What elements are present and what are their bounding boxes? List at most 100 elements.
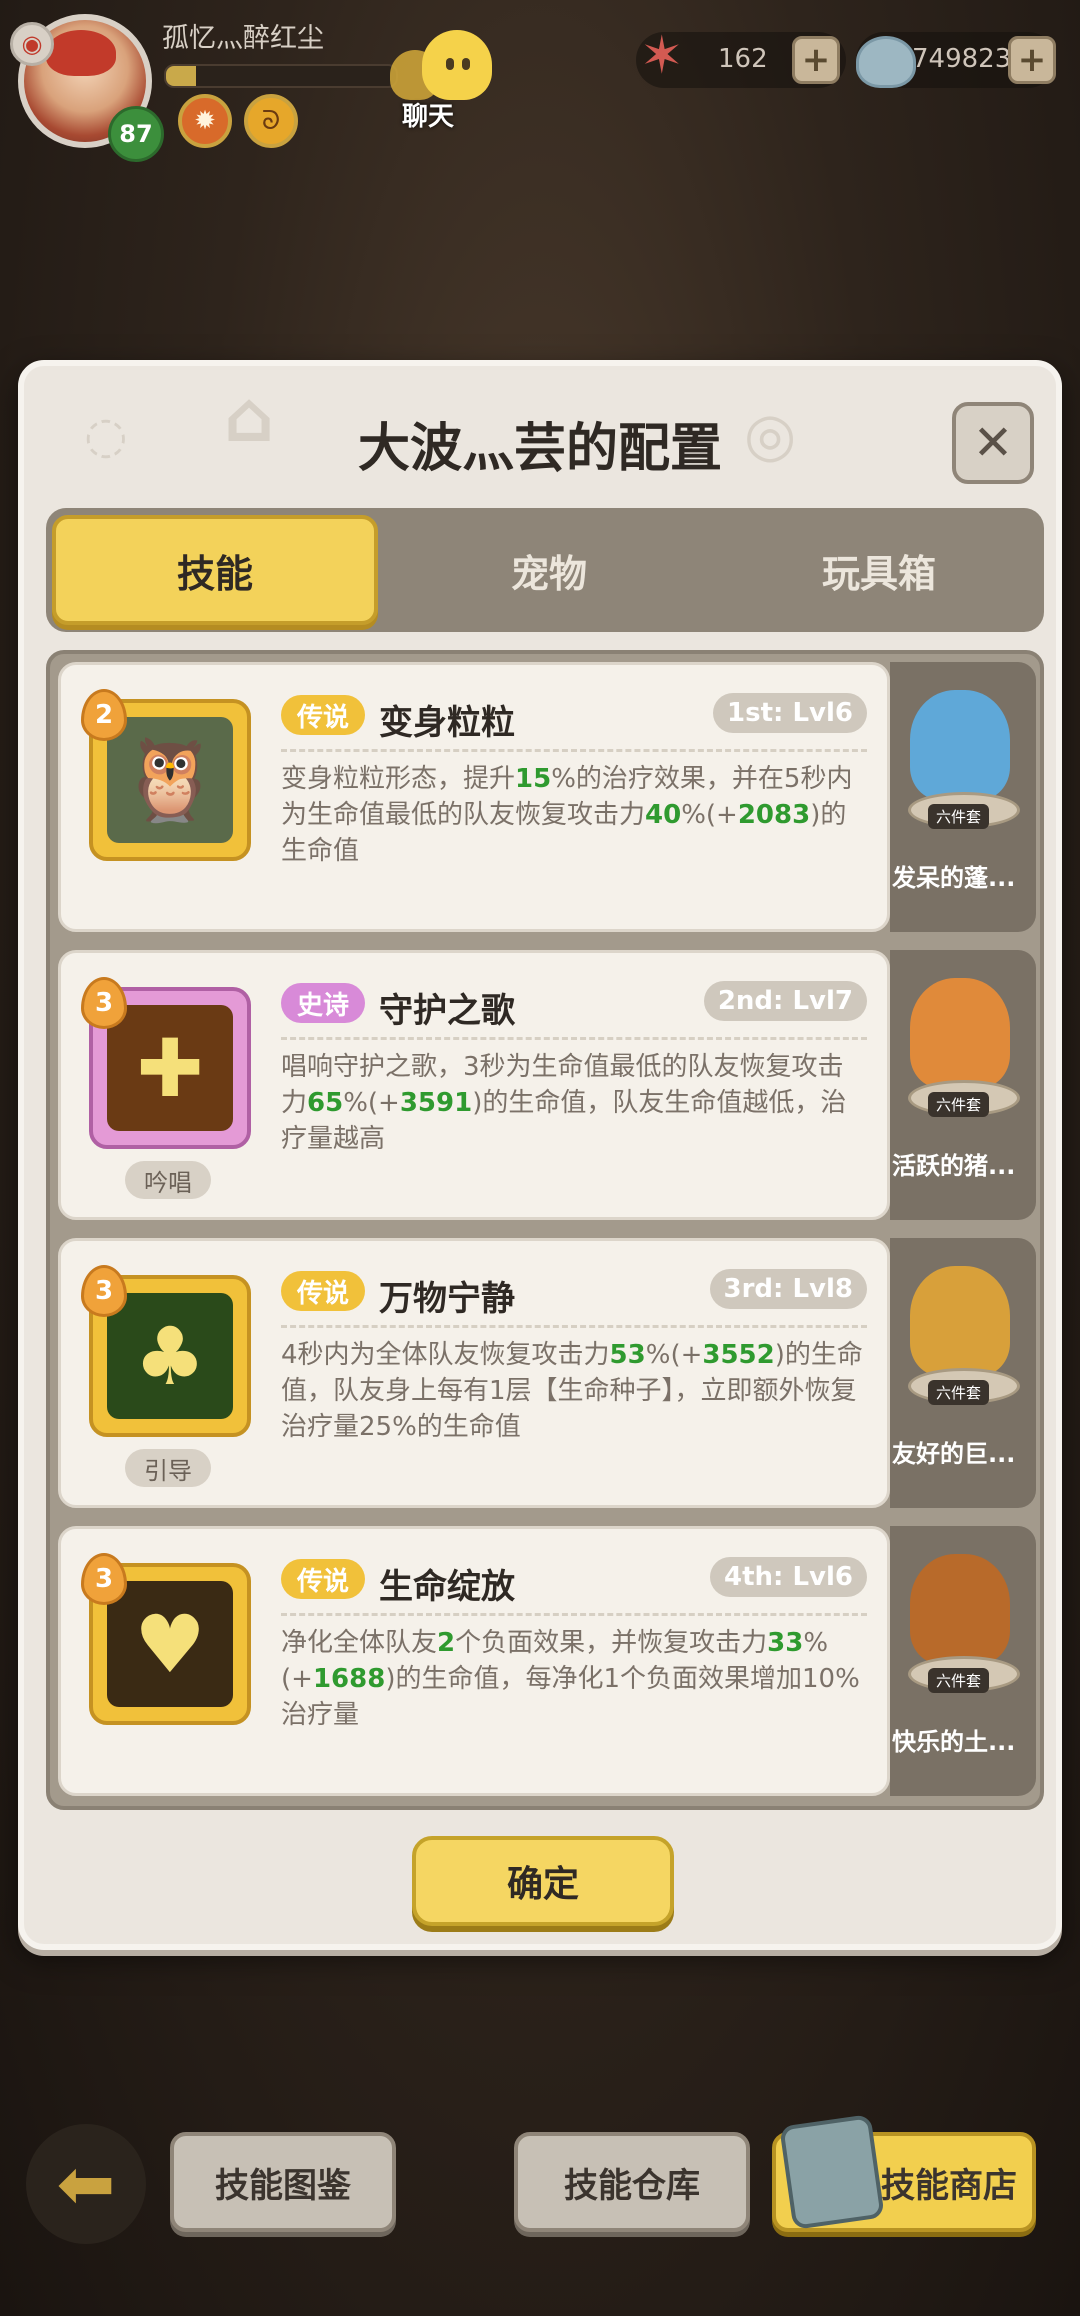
skill-icon: ✚: [107, 1005, 233, 1131]
skill-value: 1688: [312, 1664, 386, 1694]
skill-description: 净化全体队友2个负面效果，并恢复攻击力33%(+1688)的生命值，每净化1个负…: [281, 1625, 867, 1733]
divider: [281, 1037, 867, 1040]
skill-value: 3552: [702, 1340, 775, 1370]
skill-level-drop: 3: [81, 977, 127, 1029]
pet-figure-icon: [910, 690, 1010, 800]
skill-card[interactable]: ✚ 3 吟唱 史诗 守护之歌 2nd: Lvl7 唱响守护之歌，3秒为生命值最低的队友恢复攻…: [58, 950, 890, 1220]
skill-value: 2083: [737, 800, 811, 830]
skill-slot-level: 4th: Lvl6: [710, 1557, 867, 1597]
pet-set-label: 六件套: [928, 1380, 990, 1405]
skill-value: 2: [437, 1628, 456, 1658]
cast-type-tag: 引导: [125, 1449, 211, 1487]
divider: [281, 1325, 867, 1328]
tab-toybox[interactable]: 玩具箱: [720, 515, 1038, 625]
rarity-badge: 传说: [281, 1271, 365, 1311]
starfish-amount: 162: [718, 44, 768, 74]
skill-text: 4秒内为全体队友恢复攻击力: [281, 1340, 610, 1370]
top-hud: ◉ 87 孤忆灬醉红尘 ✹ ᘐ 聊天 ✶ 162 + 749823 +: [0, 0, 1080, 170]
pokeball-icon: ◉: [10, 22, 54, 66]
skill-slot-level: 3rd: Lvl8: [709, 1269, 867, 1309]
skill-list: 🦉 2 传说 变身粒粒 1st: Lvl6 变身粒粒形态，提升15%的治疗效果，并在5秒内…: [46, 650, 1044, 1810]
skill-name: 守护之歌: [379, 991, 515, 1031]
skill-description: 唱响守护之歌，3秒为生命值最低的队友恢复攻击力65%(+3591)的生命值，队友…: [281, 1049, 867, 1157]
skill-name: 变身粒粒: [379, 703, 515, 743]
chat-label: 聊天: [402, 102, 455, 132]
skill-value: 15: [515, 764, 552, 794]
pet-figure-icon: [910, 1266, 1010, 1376]
pet-slot[interactable]: 六件套发呆的蓬...: [890, 662, 1036, 932]
skill-slot-level: 2nd: Lvl7: [703, 981, 867, 1021]
pet-set-label: 六件套: [928, 804, 990, 829]
skill-name: 万物宁静: [379, 1279, 515, 1319]
skill-card[interactable]: ♥ 3 传说 生命绽放 4th: Lvl6 净化全体队友2个负面效果，并恢复攻击力33%(…: [58, 1526, 890, 1796]
pet-slot[interactable]: 六件套快乐的土...: [890, 1526, 1036, 1796]
skill-shop-icon: [779, 2114, 885, 2230]
exp-bar: [164, 64, 398, 88]
exp-fill: [166, 66, 196, 86]
player-name: 孤忆灬醉红尘: [162, 23, 324, 54]
pet-name: 活跃的猪...: [892, 1152, 1016, 1180]
rarity-badge: 史诗: [281, 983, 365, 1023]
divider: [281, 749, 867, 752]
chat-button[interactable]: 聊天: [390, 30, 500, 132]
chat-ghost-icon: [422, 30, 492, 100]
back-arrow-icon: ⬅: [56, 2143, 116, 2225]
shell-icon: [856, 36, 916, 88]
skill-icon: 🦉: [107, 717, 233, 843]
skill-storage-button[interactable]: 技能仓库: [514, 2132, 750, 2232]
tab-skills[interactable]: 技能: [52, 515, 378, 625]
dialog-title: 大波灬芸的配置: [357, 419, 722, 479]
divider: [281, 1613, 867, 1616]
skill-value: 3591: [399, 1088, 473, 1118]
tab-pets[interactable]: 宠物: [390, 515, 708, 625]
skill-name: 生命绽放: [379, 1567, 515, 1607]
skill-icon: ♥: [107, 1581, 233, 1707]
confirm-button[interactable]: 确定: [412, 1836, 674, 1926]
pet-figure-icon: [910, 1554, 1010, 1664]
skill-text: 变身粒粒形态，提升: [281, 764, 516, 794]
cast-type-tag: 吟唱: [125, 1161, 211, 1199]
close-button[interactable]: ✕: [952, 402, 1034, 484]
pet-figure-icon: [910, 978, 1010, 1088]
skill-value: 53: [609, 1340, 646, 1370]
pet-set-label: 六件套: [928, 1092, 990, 1117]
skill-value: 40: [645, 800, 682, 830]
tab-bar: 技能 宠物 玩具箱: [46, 508, 1044, 632]
skill-text: 个负面效果，并恢复攻击力: [455, 1628, 768, 1658]
skill-codex-button[interactable]: 技能图鉴: [170, 2132, 396, 2232]
skill-text: %(+: [343, 1088, 400, 1118]
pet-name: 友好的巨...: [892, 1440, 1016, 1468]
avatar-hair: [46, 30, 116, 76]
pet-name: 发呆的蓬...: [892, 864, 1016, 892]
pet-slot[interactable]: 六件套友好的巨...: [890, 1238, 1036, 1508]
back-button[interactable]: ⬅: [26, 2124, 146, 2244]
add-starfish-button[interactable]: +: [792, 36, 840, 84]
skill-text: %(+: [681, 800, 738, 830]
skill-card[interactable]: ♣ 3 引导 传说 万物宁静 3rd: Lvl8 4秒内为全体队友恢复攻击力53%(+355…: [58, 1238, 890, 1508]
skill-card[interactable]: 🦉 2 传说 变身粒粒 1st: Lvl6 变身粒粒形态，提升15%的治疗效果，并在5秒内…: [58, 662, 890, 932]
pet-name: 快乐的土...: [892, 1728, 1016, 1756]
skill-level-drop: 3: [81, 1265, 127, 1317]
skill-description: 变身粒粒形态，提升15%的治疗效果，并在5秒内为生命值最低的队友恢复攻击力40%…: [281, 761, 867, 869]
shell-amount: 749823: [912, 44, 1012, 74]
swirl-buff-icon[interactable]: ᘐ: [244, 94, 298, 148]
flame-buff-icon[interactable]: ✹: [178, 94, 232, 148]
skill-slot-level: 1st: Lvl6: [713, 693, 867, 733]
add-shell-button[interactable]: +: [1008, 36, 1056, 84]
rarity-badge: 传说: [281, 1559, 365, 1599]
skill-value: 33: [767, 1628, 804, 1658]
skill-level-drop: 3: [81, 1553, 127, 1605]
close-icon: ✕: [972, 415, 1014, 471]
loadout-dialog: ◌ ⌂ ◎ 大波灬芸的配置 ✕ 技能 宠物 玩具箱 🦉 2 传说 变身粒粒 1st: L…: [18, 360, 1062, 1950]
skill-text: 净化全体队友: [281, 1628, 438, 1658]
starfish-icon: ✶: [640, 26, 684, 86]
skill-description: 4秒内为全体队友恢复攻击力53%(+3552)的生命值，队友身上每有1层【生命种…: [281, 1337, 867, 1445]
rarity-badge: 传说: [281, 695, 365, 735]
pet-slot[interactable]: 六件套活跃的猪...: [890, 950, 1036, 1220]
player-level-badge: 87: [108, 106, 164, 162]
pet-set-label: 六件套: [928, 1668, 990, 1693]
skill-level-drop: 2: [81, 689, 127, 741]
skill-icon: ♣: [107, 1293, 233, 1419]
skill-text: %(+: [645, 1340, 703, 1370]
skill-value: 65: [307, 1088, 344, 1118]
